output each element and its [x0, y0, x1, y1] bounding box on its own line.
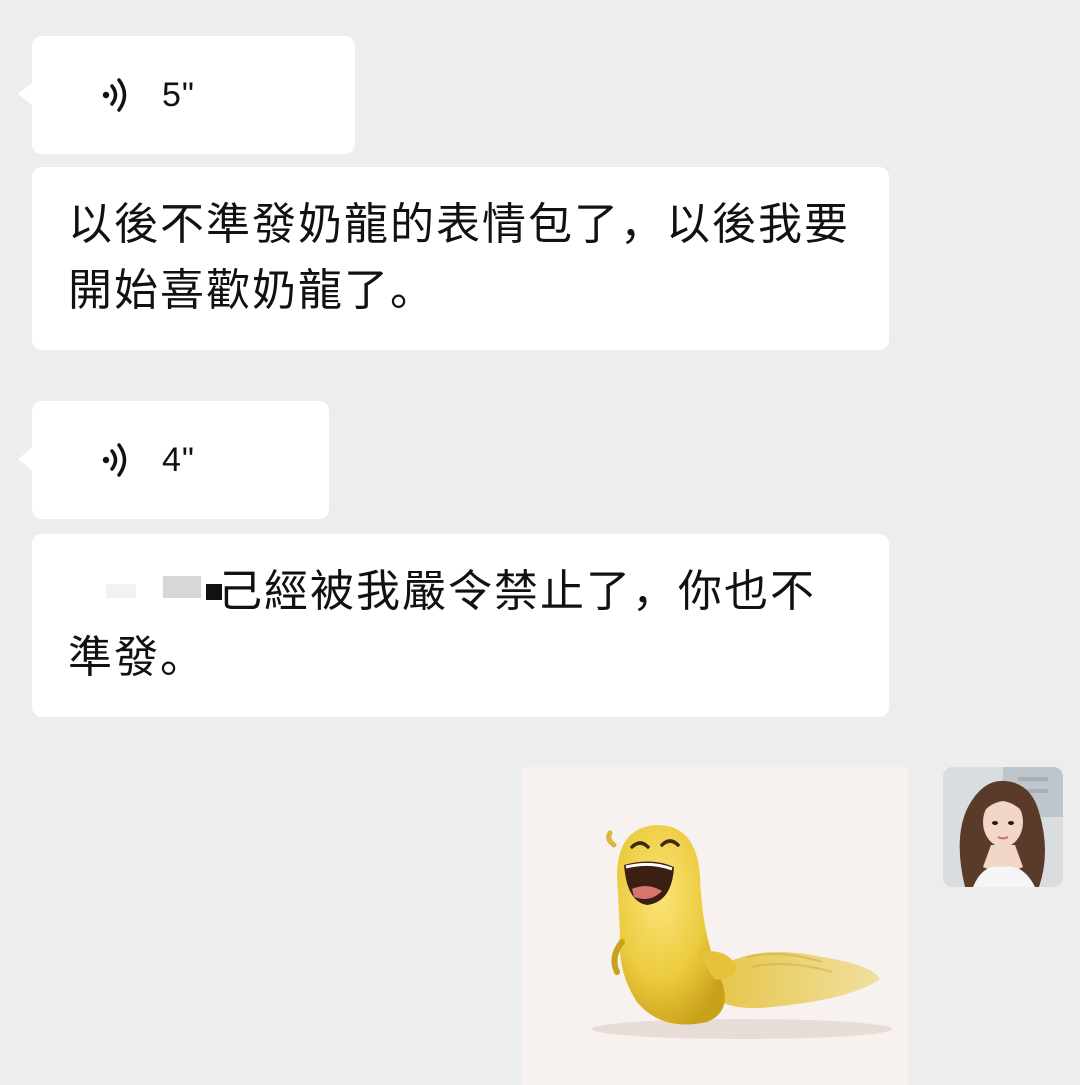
voice-duration: 5" [162, 75, 195, 114]
user-avatar[interactable] [943, 767, 1063, 887]
redacted-area [68, 564, 222, 614]
yellow-slug-sticker-icon [592, 825, 892, 1039]
user-avatar-photo-icon [943, 767, 1063, 887]
voice-wave-icon [102, 443, 127, 477]
voice-message-bubble[interactable]: 5" [18, 36, 355, 154]
sticker-image[interactable] [522, 767, 908, 1085]
text-message-bubble[interactable]: 己經被我嚴令禁止了，你也不準發。 [32, 534, 889, 717]
voice-wave-icon [102, 78, 127, 112]
voice-message-bubble[interactable]: 4" [18, 401, 329, 519]
voice-duration: 4" [162, 440, 195, 479]
text-message-bubble[interactable]: 以後不準發奶龍的表情包了，以後我要開始喜歡奶龍了。 [32, 167, 889, 350]
message-text: 以後不準發奶龍的表情包了，以後我要開始喜歡奶龍了。 [68, 199, 850, 316]
